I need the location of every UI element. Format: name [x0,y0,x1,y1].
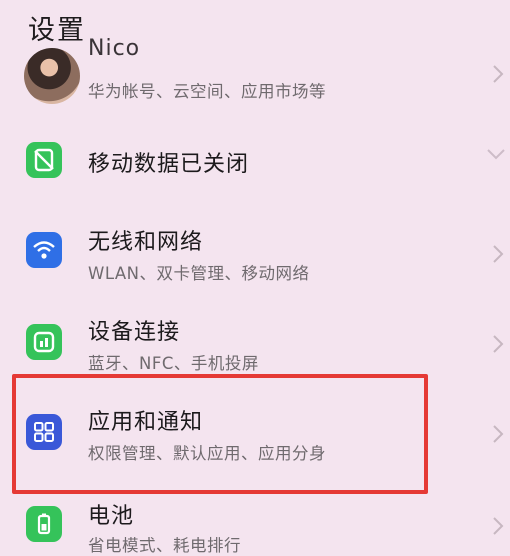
list-item-device-connection[interactable]: 设备连接 蓝牙、NFC、手机投屏 [0,308,510,378]
list-item-battery[interactable]: 电池 省电模式、耗电排行 [0,494,510,555]
battery-icon [26,506,62,542]
chevron-down-icon [487,149,505,160]
chevron-right-icon [493,425,504,443]
list-item-label: 无线和网络 [88,230,204,255]
account-subtitle: 华为帐号、云空间、应用市场等 [88,82,326,101]
mobile-data-label: 移动数据已关闭 [88,152,250,177]
highlight-box [12,374,428,494]
chevron-right-icon [493,245,504,263]
avatar [24,48,80,104]
account-row[interactable]: Nico 华为帐号、云空间、应用市场等 [0,36,510,114]
list-item-subtitle: WLAN、双卡管理、移动网络 [88,264,310,283]
device-connection-icon [26,324,62,360]
list-item-wireless-network[interactable]: 无线和网络 WLAN、双卡管理、移动网络 [0,218,510,288]
list-item-subtitle: 省电模式、耗电排行 [88,536,241,555]
mobile-data-off-icon [26,142,62,178]
mobile-data-row[interactable]: 移动数据已关闭 [0,130,510,190]
chevron-right-icon [493,335,504,353]
page-title: 设置 [28,15,86,46]
list-item-subtitle: 蓝牙、NFC、手机投屏 [88,354,259,373]
chevron-right-icon [493,517,504,535]
chevron-right-icon [493,65,504,83]
list-item-label: 电池 [88,504,135,529]
account-name: Nico [88,36,141,61]
wifi-icon [26,232,62,268]
list-item-label: 设备连接 [88,320,181,345]
